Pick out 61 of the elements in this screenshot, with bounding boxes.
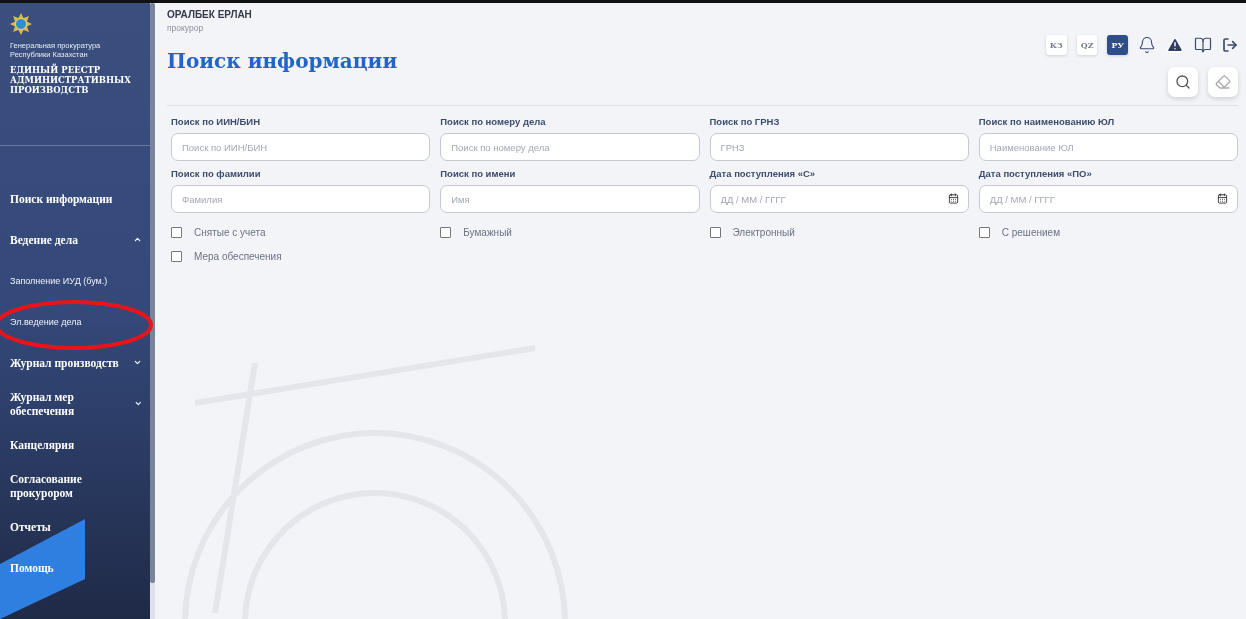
sidebar-item[interactable]: Помощь: [0, 547, 150, 588]
field-label: Дата поступления «ПО»: [978, 168, 1093, 179]
chevron-down-icon: [133, 358, 142, 367]
checkbox-option[interactable]: Электронный: [709, 220, 969, 244]
field-label: Поиск по ИИН/БИН: [171, 116, 261, 127]
field-label: Дата поступления «С»: [709, 168, 817, 179]
sidebar-item[interactable]: Отчеты: [0, 506, 150, 547]
field-label: Поиск по имени: [440, 168, 517, 179]
user-role: прокурор: [167, 23, 205, 33]
logout-icon[interactable]: [1222, 37, 1238, 53]
chevron-up-icon: [133, 235, 142, 244]
system-name: ЕДИНЫЙ РЕЕСТР АДМИНИСТРАТИВНЫХ ПРОИЗВОДСТВ: [10, 65, 132, 95]
checkbox-option[interactable]: Мера обеспечения: [171, 244, 431, 268]
checkbox-label: С решением: [1001, 226, 1060, 238]
field-label: Поиск по номеру дела: [440, 116, 547, 127]
user-name: ОРАЛБЕК ЕРЛАН: [167, 9, 253, 20]
sidebar-item[interactable]: Журнал мер обеспечения: [0, 383, 150, 424]
checkbox[interactable]: [171, 226, 182, 238]
book-icon[interactable]: [1194, 36, 1212, 54]
date-field[interactable]: ДД / ММ / ГГГГ: [978, 185, 1238, 213]
field-label: Поиск по наименованию ЮЛ: [978, 116, 1116, 127]
checkbox-label: Бумажный: [463, 226, 512, 238]
input-field[interactable]: Поиск по ИИН/БИН: [171, 133, 431, 161]
sidebar-item[interactable]: Согласование прокурором: [0, 465, 150, 506]
page-title: Поиск информации: [167, 49, 398, 73]
sidebar-item[interactable]: Ведение дела: [0, 219, 150, 260]
language-button[interactable]: QZ: [1076, 35, 1098, 55]
checkbox[interactable]: [978, 226, 990, 238]
bell-icon[interactable]: [1138, 36, 1156, 54]
input-field[interactable]: Имя: [440, 185, 700, 213]
checkbox[interactable]: [171, 250, 182, 262]
sidebar-item[interactable]: Канцелярия: [0, 424, 150, 465]
checkbox-label: Электронный: [732, 226, 795, 238]
checkbox[interactable]: [709, 226, 721, 238]
field-label: Поиск по ГРНЗ: [709, 116, 781, 127]
input-field[interactable]: Поиск по номеру дела: [440, 133, 700, 161]
sidebar-subitem[interactable]: Заполнение ИУД (бум.): [0, 260, 150, 301]
sidebar-item[interactable]: Журнал производств: [0, 342, 150, 383]
language-button[interactable]: РУ: [1107, 35, 1128, 55]
calendar-icon[interactable]: [947, 193, 959, 204]
date-field[interactable]: ДД / ММ / ГГГГ: [709, 185, 969, 213]
warning-icon[interactable]: [1166, 36, 1184, 54]
search-icon: [1175, 74, 1191, 90]
eraser-icon: [1215, 74, 1231, 90]
input-field[interactable]: Фамилия: [171, 185, 431, 213]
checkbox-option[interactable]: Бумажный: [440, 220, 700, 244]
scrollbar[interactable]: [150, 3, 155, 619]
input-field[interactable]: ГРНЗ: [709, 133, 969, 161]
checkbox-label: Мера обеспечения: [194, 250, 282, 262]
search-button[interactable]: [1168, 67, 1198, 97]
checkbox-option[interactable]: С решением: [978, 220, 1238, 244]
checkbox[interactable]: [440, 226, 452, 238]
field-label: Поиск по фамилии: [171, 168, 262, 179]
language-button[interactable]: КЗ: [1045, 35, 1067, 55]
chevron-down-icon: [133, 399, 142, 408]
input-field[interactable]: Наименование ЮЛ: [978, 133, 1238, 161]
calendar-icon[interactable]: [1217, 193, 1228, 204]
sidebar-item[interactable]: Поиск информации: [0, 178, 150, 219]
checkbox-label: Снятые с учета: [194, 226, 266, 238]
checkbox-option[interactable]: Снятые с учета: [171, 220, 431, 244]
emblem-icon: [10, 13, 32, 35]
